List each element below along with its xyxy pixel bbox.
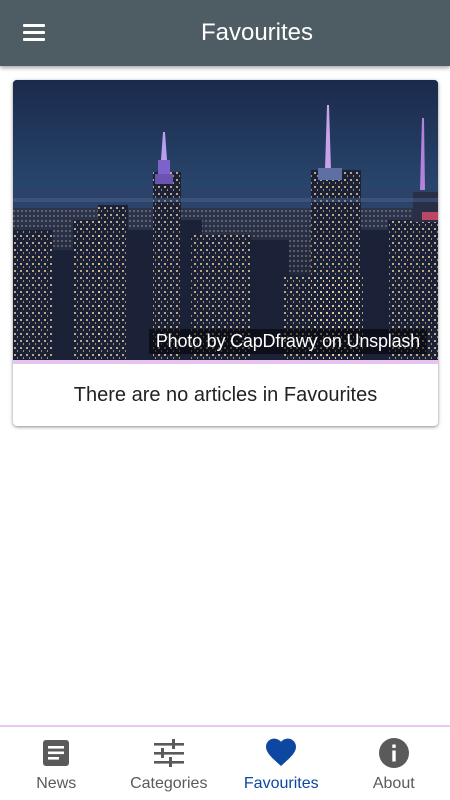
photo-credit: Photo by CapDfrawy on Unsplash (148, 329, 427, 354)
bottom-navigation: News Categories Favourites About (0, 725, 450, 800)
page-title: Favourites (200, 19, 314, 46)
app-root: Favourites Photo by CapDfrawy on Unsplas… (0, 0, 450, 800)
info-icon (378, 738, 409, 768)
city-skyline-photo: Photo by CapDfrawy on Unsplash (13, 80, 438, 360)
nav-item-favourites[interactable]: Favourites (225, 727, 338, 800)
nav-label-news: News (36, 775, 77, 792)
heart-icon (266, 738, 297, 766)
nav-label-favourites: Favourites (243, 775, 319, 792)
empty-state-message: There are no articles in Favourites (73, 384, 378, 406)
nav-label-categories: Categories (130, 775, 208, 792)
favourites-card: Photo by CapDfrawy on Unsplash There are… (13, 80, 438, 426)
nav-item-news[interactable]: News (0, 727, 113, 800)
sliders-icon (153, 739, 184, 767)
article-icon (43, 740, 70, 766)
nav-label-about: About (372, 775, 415, 792)
app-bar: Favourites (0, 0, 450, 66)
nav-item-categories[interactable]: Categories (113, 727, 226, 800)
nav-item-about[interactable]: About (338, 727, 450, 800)
